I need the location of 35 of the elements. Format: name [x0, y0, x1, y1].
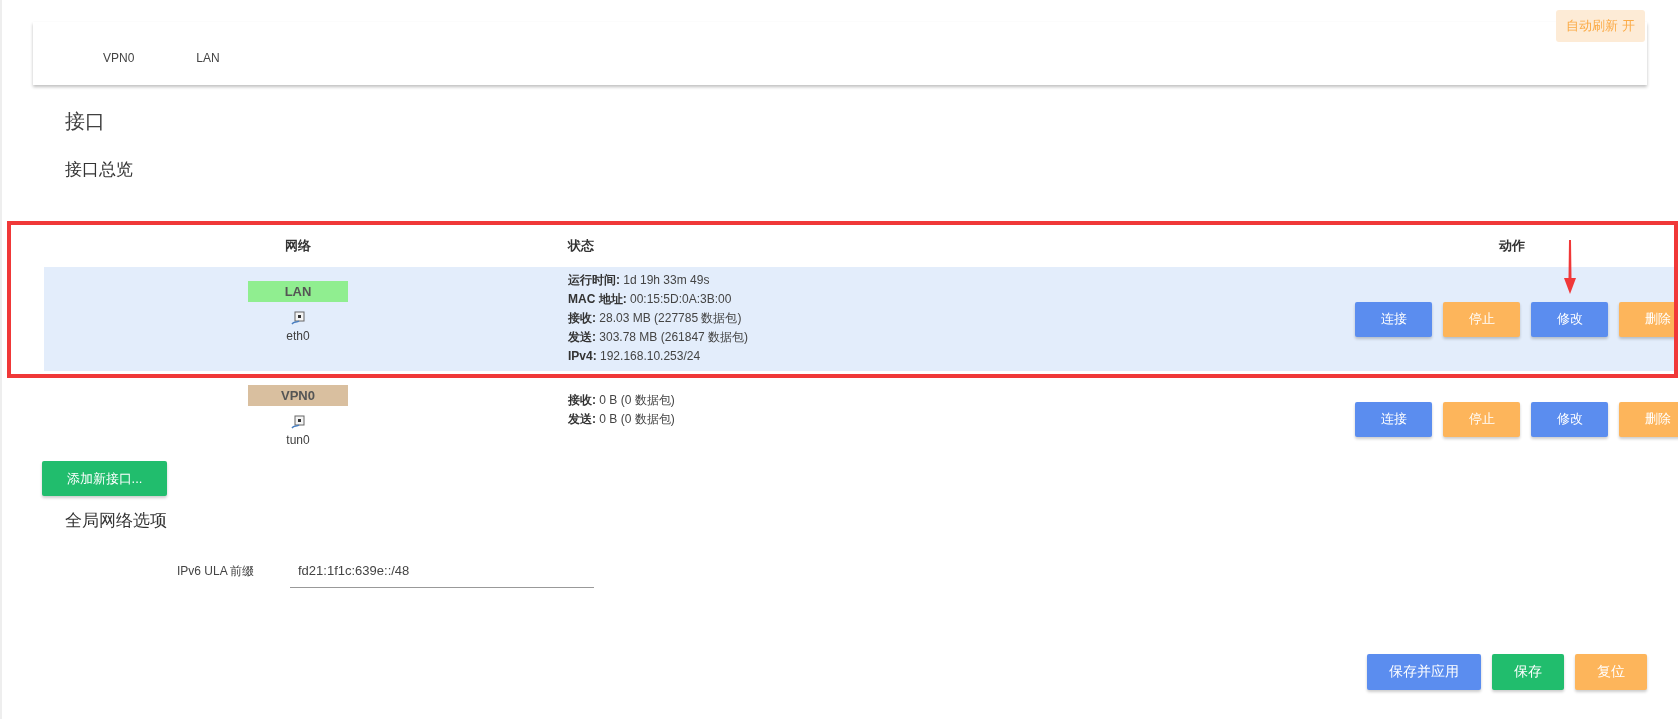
status-line: 接收: 28.03 MB (227785 数据包) — [568, 310, 743, 327]
network-port-icon — [291, 311, 305, 325]
status-line: 运行时间: 1d 19h 33m 49s — [568, 272, 711, 289]
section-title: 全局网络选项 — [65, 510, 168, 532]
action-button[interactable]: 连接 — [1355, 401, 1432, 437]
action-button[interactable]: 连接 — [1355, 301, 1432, 337]
tab[interactable]: VPN0 — [103, 51, 135, 69]
auto-refresh-toggle[interactable]: 自动刷新 开 — [1556, 10, 1645, 42]
network-badge: LAN — [248, 281, 348, 302]
status-line: 发送: 0 B (0 数据包) — [568, 411, 676, 428]
action-header: 动作 — [1498, 237, 1526, 255]
device-name: tun0 — [286, 433, 310, 447]
page-title: 接口 — [65, 109, 106, 134]
footer-button[interactable]: 保存并应用 — [1367, 654, 1481, 690]
network-badge: VPN0 — [248, 385, 348, 406]
action-button[interactable]: 修改 — [1531, 401, 1608, 437]
annotation-arrow — [1564, 240, 1576, 294]
network-port-icon — [291, 415, 305, 429]
status-line: 发送: 303.78 MB (261847 数据包) — [568, 329, 750, 346]
status-line: MAC 地址: 00:15:5D:0A:3B:00 — [568, 291, 733, 308]
tab[interactable]: LAN — [196, 51, 220, 69]
section-title: 接口总览 — [65, 159, 134, 181]
action-button[interactable]: 停止 — [1443, 401, 1520, 437]
action-button[interactable]: 停止 — [1443, 301, 1520, 337]
footer-button[interactable]: 复位 — [1575, 654, 1647, 690]
field-label: IPv6 ULA 前缀 — [177, 562, 256, 580]
status-header: 状态 — [566, 237, 595, 255]
network-header: 网络 — [284, 237, 312, 255]
footer-button[interactable]: 保存 — [1492, 654, 1564, 690]
action-button[interactable]: 修改 — [1531, 301, 1608, 337]
device-name: eth0 — [286, 329, 310, 343]
add-interface-button[interactable]: 添加新接口... — [42, 461, 167, 496]
action-button[interactable]: 删除 — [1619, 401, 1678, 437]
status-line: 接收: 0 B (0 数据包) — [568, 392, 676, 409]
status-line: IPv4: 192.168.10.253/24 — [568, 348, 702, 365]
